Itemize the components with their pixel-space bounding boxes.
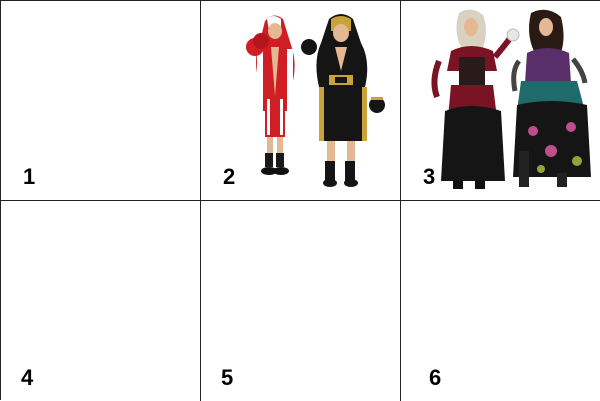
costume-grid: 1 2 3 4 5 6 bbox=[0, 0, 600, 401]
cell-number-label: 1 bbox=[23, 164, 36, 189]
grid-cell-6[interactable]: 6 bbox=[401, 201, 600, 400]
cell-number-label: 6 bbox=[429, 365, 442, 390]
grid-cell-5[interactable]: 5 bbox=[201, 201, 400, 400]
gypsy-figure-right bbox=[511, 9, 591, 187]
cell-number-label: 2 bbox=[223, 164, 236, 189]
grid-cell-4[interactable]: 4 bbox=[1, 201, 200, 400]
grid-cell-2[interactable]: 2 bbox=[201, 1, 400, 200]
cell-number-label: 5 bbox=[221, 365, 234, 390]
cell-number-label: 4 bbox=[21, 365, 34, 390]
grid-cell-1[interactable]: 1 bbox=[1, 1, 200, 200]
black-boxer-figure bbox=[301, 14, 385, 187]
grid-cell-3[interactable]: 3 bbox=[401, 1, 600, 200]
gypsy-figure-left bbox=[431, 9, 520, 189]
cell-number-label: 3 bbox=[423, 164, 436, 189]
red-boxer-figure bbox=[246, 15, 295, 175]
